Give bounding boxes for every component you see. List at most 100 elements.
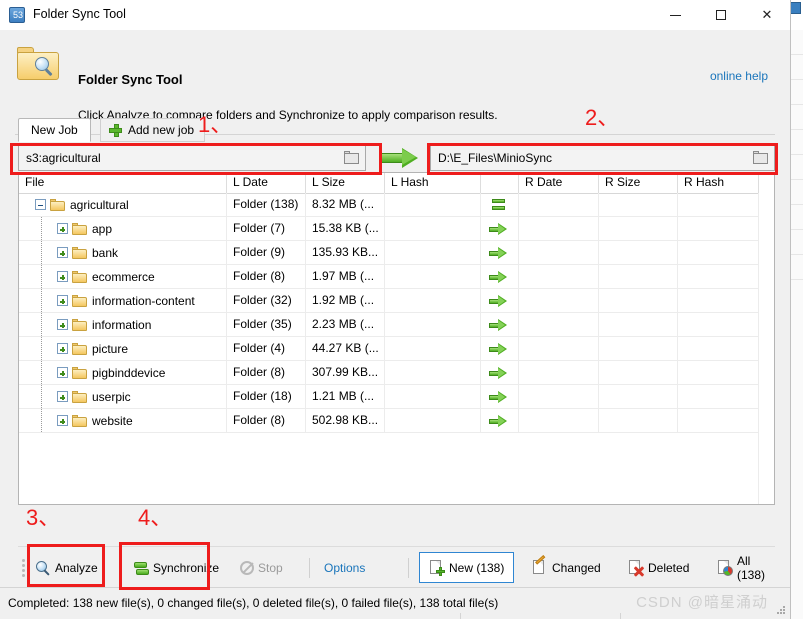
right-size-cell — [599, 289, 678, 312]
plus-icon — [109, 123, 122, 137]
table-row[interactable]: information-content Folder (32) 1.92 MB (.… — [19, 289, 774, 313]
grid-column-header-file[interactable]: File — [19, 173, 227, 193]
status-text: Completed: 138 new file(s), 0 changed fi… — [8, 596, 499, 610]
synchronize-button[interactable]: Synchronize — [128, 554, 225, 582]
sync-action-cell[interactable] — [481, 409, 519, 432]
left-size-cell: 2.23 MB (... — [306, 313, 385, 336]
file-name-cell[interactable]: picture — [19, 337, 227, 360]
analyze-button[interactable]: Analyze — [30, 554, 104, 582]
expand-icon[interactable] — [57, 367, 68, 378]
file-name-cell[interactable]: bank — [19, 241, 227, 264]
file-name-cell[interactable]: website — [19, 409, 227, 432]
grid-column-header-lsize[interactable]: L Size — [306, 173, 385, 193]
right-date-cell — [519, 217, 599, 240]
collapse-icon[interactable] — [35, 199, 46, 210]
folder-icon — [72, 246, 87, 259]
expand-icon[interactable] — [57, 343, 68, 354]
copy-right-arrow-icon — [489, 271, 511, 283]
expand-icon[interactable] — [57, 415, 68, 426]
table-row[interactable]: app Folder (7) 15.38 KB (... — [19, 217, 774, 241]
sync-action-cell[interactable] — [481, 337, 519, 360]
folder-icon — [72, 270, 87, 283]
left-browse-icon[interactable] — [344, 151, 359, 164]
options-button[interactable]: Options — [318, 554, 371, 582]
tree-guide-line — [41, 289, 43, 312]
right-date-cell — [519, 361, 599, 384]
sync-icon — [134, 561, 149, 576]
grid-vertical-scrollbar[interactable] — [758, 193, 774, 504]
close-icon: ✕ — [761, 7, 773, 22]
minimize-button[interactable] — [652, 0, 698, 30]
grid-column-header-action[interactable] — [481, 173, 519, 193]
grid-column-header-rdate[interactable]: R Date — [519, 173, 599, 193]
left-hash-cell — [385, 313, 481, 336]
grid-column-header-rsize[interactable]: R Size — [599, 173, 678, 193]
toolbar-grip[interactable] — [22, 559, 25, 577]
expand-icon[interactable] — [57, 319, 68, 330]
copy-right-arrow-icon — [489, 367, 511, 379]
maximize-button[interactable] — [698, 0, 744, 30]
filter-new-button[interactable]: New (138) — [419, 552, 515, 583]
filter-deleted-button[interactable]: Deleted — [619, 552, 698, 583]
file-name-cell[interactable]: app — [19, 217, 227, 240]
resize-grip[interactable] — [776, 606, 786, 616]
watermark: CSDN @暗星涌动 — [636, 594, 768, 611]
sync-action-cell[interactable] — [481, 265, 519, 288]
expand-icon[interactable] — [57, 391, 68, 402]
right-date-cell — [519, 313, 599, 336]
file-name-cell[interactable]: agricultural — [19, 193, 227, 216]
table-row[interactable]: pigbinddevice Folder (8) 307.99 KB... — [19, 361, 774, 385]
online-help-link[interactable]: online help — [710, 69, 768, 83]
sync-action-cell[interactable] — [481, 313, 519, 336]
left-path-input[interactable]: s3:agricultural — [18, 145, 366, 171]
sync-action-cell[interactable] — [481, 289, 519, 312]
left-hash-cell — [385, 385, 481, 408]
file-name-cell[interactable]: ecommerce — [19, 265, 227, 288]
file-name-cell[interactable]: userpic — [19, 385, 227, 408]
right-browse-icon[interactable] — [753, 151, 768, 164]
filter-all-button[interactable]: All (138) — [708, 552, 775, 583]
add-new-job-button[interactable]: Add new job — [100, 118, 206, 142]
left-size-cell: 1.97 MB (... — [306, 265, 385, 288]
table-row[interactable]: bank Folder (9) 135.93 KB... — [19, 241, 774, 265]
sync-action-cell[interactable] — [481, 193, 519, 216]
table-row[interactable]: website Folder (8) 502.98 KB... — [19, 409, 774, 433]
left-hash-cell — [385, 265, 481, 288]
file-name-label: app — [92, 221, 113, 236]
sync-direction-indicator[interactable] — [380, 148, 420, 168]
table-row[interactable]: picture Folder (4) 44.27 KB (... — [19, 337, 774, 361]
tab-new-job[interactable]: New Job — [18, 118, 91, 142]
file-name-cell[interactable]: pigbinddevice — [19, 361, 227, 384]
expand-icon[interactable] — [57, 295, 68, 306]
filter-changed-button[interactable]: Changed — [523, 552, 610, 583]
grid-column-header-rhash[interactable]: R Hash — [678, 173, 759, 193]
table-row[interactable]: userpic Folder (18) 1.21 MB (... — [19, 385, 774, 409]
expand-icon[interactable] — [57, 223, 68, 234]
close-button[interactable]: ✕ — [744, 0, 790, 30]
grid-column-header-ldate[interactable]: L Date — [227, 173, 306, 193]
grid-column-header-lhash[interactable]: L Hash — [385, 173, 481, 193]
table-row[interactable]: agricultural Folder (138) 8.32 MB (... — [19, 193, 774, 217]
expand-icon[interactable] — [57, 247, 68, 258]
toolbar-separator — [309, 558, 310, 578]
right-hash-cell — [678, 241, 759, 264]
table-row[interactable]: ecommerce Folder (8) 1.97 MB (... — [19, 265, 774, 289]
right-hash-cell — [678, 337, 759, 360]
synchronize-label: Synchronize — [153, 561, 220, 575]
sync-action-cell[interactable] — [481, 385, 519, 408]
file-name-label: ecommerce — [92, 269, 155, 284]
right-path-input[interactable]: D:\E_Files\MinioSync — [430, 145, 775, 171]
table-row[interactable]: information Folder (35) 2.23 MB (... — [19, 313, 774, 337]
tab-new-job-label: New Job — [31, 123, 78, 137]
filter-all-label: All (138) — [737, 553, 766, 582]
tree-guide-line — [41, 313, 43, 336]
expand-icon[interactable] — [57, 271, 68, 282]
file-name-cell[interactable]: information — [19, 313, 227, 336]
sync-action-cell[interactable] — [481, 217, 519, 240]
right-hash-cell — [678, 313, 759, 336]
left-date-cell: Folder (7) — [227, 217, 306, 240]
file-name-cell[interactable]: information-content — [19, 289, 227, 312]
sync-action-cell[interactable] — [481, 361, 519, 384]
tree-guide-line — [41, 337, 43, 360]
sync-action-cell[interactable] — [481, 241, 519, 264]
